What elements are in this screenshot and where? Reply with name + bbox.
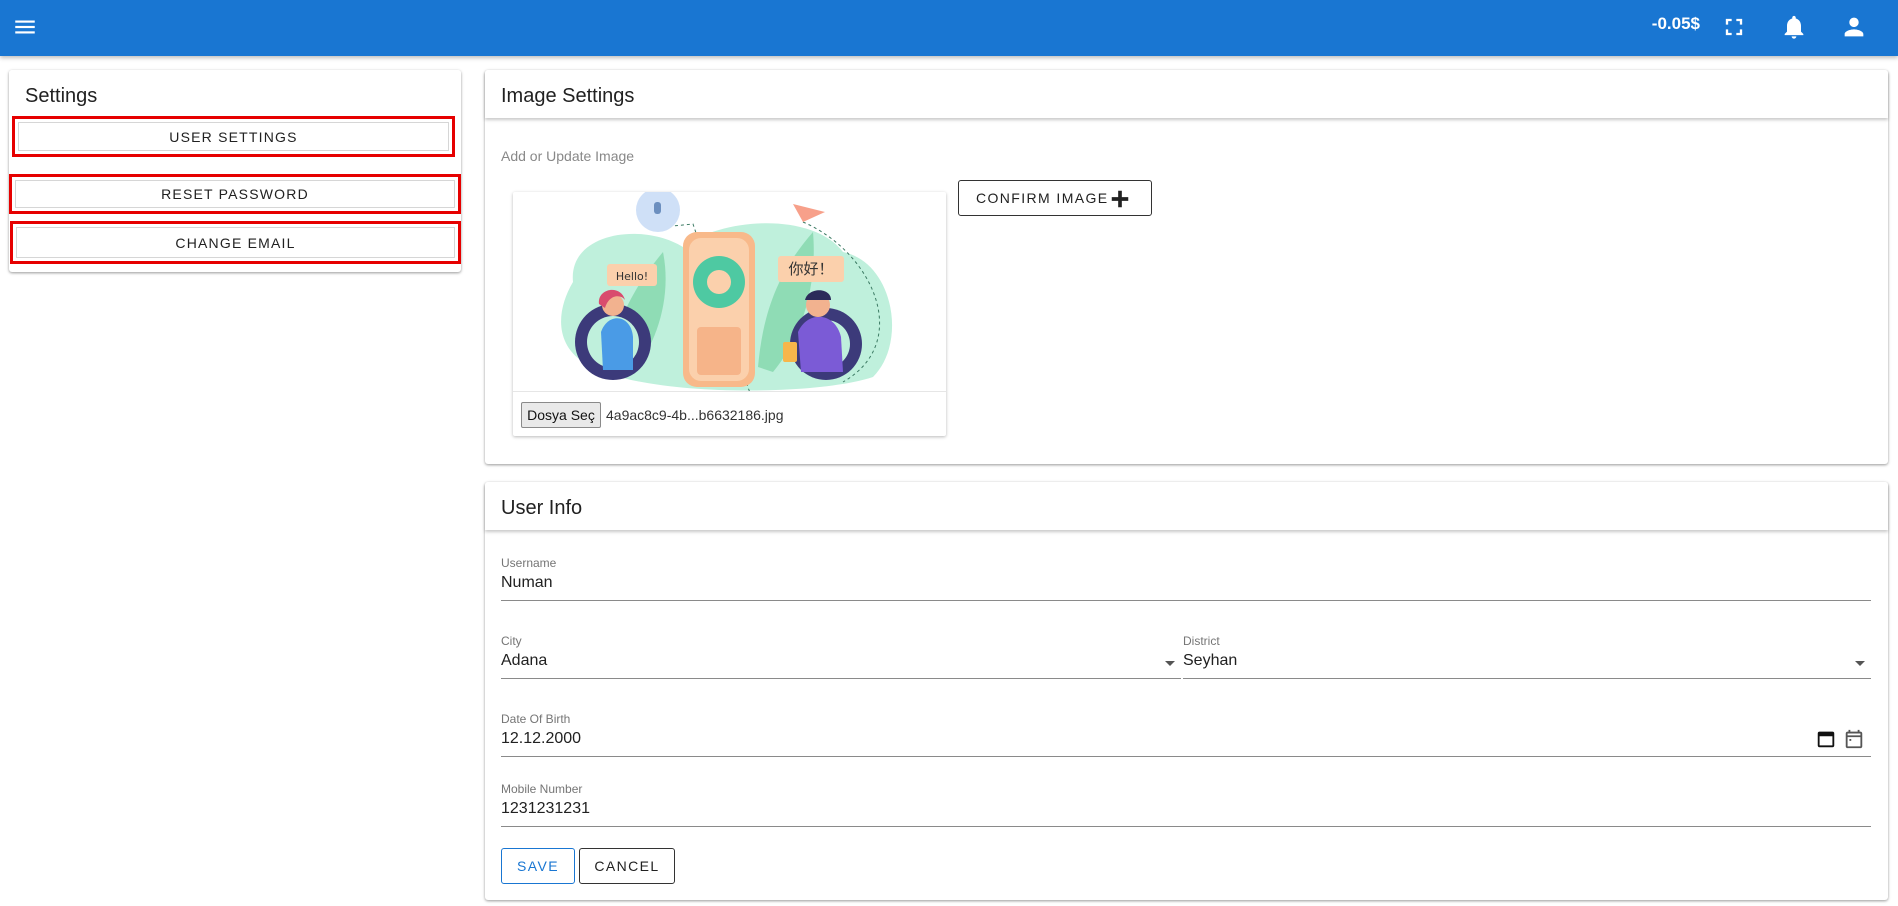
image-preview-card: Hello! 你好！ Dosya Seç 4a9ac8c9-4b...b6632… <box>513 192 946 436</box>
image-settings-header: Image Settings <box>485 70 1888 118</box>
mobile-label: Mobile Number <box>501 782 583 796</box>
nihao-bubble-text: 你好！ <box>788 260 833 278</box>
bell-icon[interactable] <box>1780 13 1808 41</box>
confirm-image-button[interactable]: CONFIRM IMAGE <box>958 180 1152 216</box>
image-settings-title: Image Settings <box>501 85 635 107</box>
reset-password-highlight: RESET PASSWORD <box>9 174 461 214</box>
reset-password-button[interactable]: RESET PASSWORD <box>15 180 455 208</box>
calendar-native-icon[interactable] <box>1815 728 1837 750</box>
save-button[interactable]: SAVE <box>501 848 575 884</box>
username-field[interactable]: Numan <box>501 574 1871 596</box>
plus-icon <box>1111 190 1129 208</box>
cancel-button[interactable]: CANCEL <box>579 848 675 884</box>
menu-icon[interactable] <box>12 14 38 40</box>
fullscreen-icon[interactable] <box>1720 13 1748 41</box>
user-settings-highlight: USER SETTINGS <box>12 116 455 157</box>
translation-illustration: Hello! 你好！ <box>561 192 893 391</box>
district-label: District <box>1183 634 1220 648</box>
username-underline <box>501 600 1871 601</box>
top-app-bar: -0.05$ <box>0 0 1898 56</box>
image-subtitle: Add or Update Image <box>501 148 635 164</box>
profile-image-preview: Hello! 你好！ <box>513 192 946 392</box>
settings-title: Settings <box>25 85 98 107</box>
reset-password-label: RESET PASSWORD <box>161 186 309 202</box>
dob-input[interactable]: 12.12.2000 <box>501 730 1801 752</box>
user-info-header: User Info <box>485 482 1888 530</box>
district-select[interactable]: Seyhan <box>1183 652 1871 674</box>
change-email-button[interactable]: CHANGE EMAIL <box>16 227 455 258</box>
dob-underline <box>501 756 1871 757</box>
image-settings-card: Image Settings Add or Update Image Hello… <box>485 70 1888 464</box>
district-dropdown-icon[interactable] <box>1855 661 1865 666</box>
choose-file-button[interactable]: Dosya Seç <box>521 402 601 428</box>
settings-card-header: Settings <box>9 70 461 118</box>
settings-card: Settings USER SETTINGS RESET PASSWORD CH… <box>9 70 461 272</box>
city-dropdown-icon[interactable] <box>1165 661 1175 666</box>
confirm-image-label: CONFIRM IMAGE <box>976 190 1109 206</box>
hello-bubble-text: Hello! <box>616 270 648 283</box>
dob-label: Date Of Birth <box>501 712 571 726</box>
city-label: City <box>501 634 522 648</box>
mobile-underline <box>501 826 1871 827</box>
city-select[interactable]: Adana <box>501 652 1181 674</box>
account-icon[interactable] <box>1840 13 1868 41</box>
change-email-label: CHANGE EMAIL <box>175 234 296 251</box>
selected-file-name: 4a9ac8c9-4b...b6632186.jpg <box>606 407 784 423</box>
district-underline <box>1183 678 1871 679</box>
user-info-title: User Info <box>501 497 583 519</box>
username-label: Username <box>501 556 557 570</box>
balance-amount: -0.05$ <box>1651 14 1700 33</box>
mobile-number-input[interactable]: 1231231231 <box>501 800 1871 822</box>
city-underline <box>501 678 1181 679</box>
calendar-icon[interactable] <box>1843 728 1865 750</box>
user-settings-button[interactable]: USER SETTINGS <box>18 122 449 151</box>
user-info-card: User Info Username Numan City Adana Dist… <box>485 482 1888 900</box>
user-settings-label: USER SETTINGS <box>169 128 298 145</box>
change-email-highlight: CHANGE EMAIL <box>10 221 461 264</box>
